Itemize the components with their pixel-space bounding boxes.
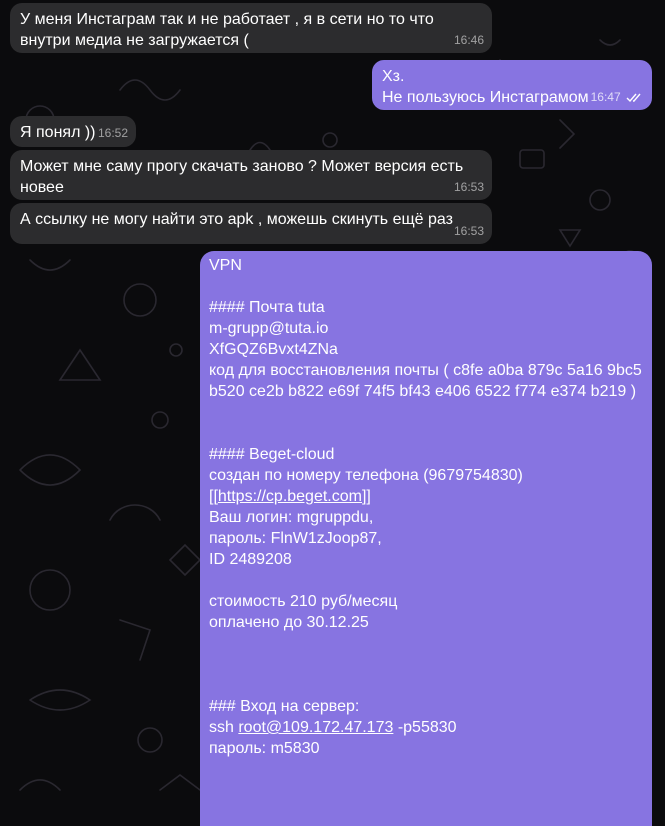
message-time: 16:53 <box>453 180 484 194</box>
message-outgoing-note[interactable]: VPN #### Почта tuta m-grupp@tuta.io XfGQ… <box>200 251 652 826</box>
message-incoming[interactable]: Может мне саму прогу скачать заново ? Мо… <box>10 150 492 200</box>
mail-password: XfGQZ6Bvxt4ZNa <box>209 341 338 358</box>
read-checkmarks-icon <box>626 93 641 102</box>
message-time-wrap: 16:47 <box>591 87 644 108</box>
cost: стоимость 210 руб/месяц <box>209 593 398 610</box>
bracket-close: ]] <box>361 488 371 505</box>
message-incoming[interactable]: А ссылку не могу найти это apk , можешь … <box>10 203 492 244</box>
message-text: У меня Инстаграм так и не работает , я в… <box>20 11 439 49</box>
message-time: 16:53 <box>453 224 484 238</box>
ssh-line: ssh root@109.172.47.173 -p55830 <box>209 717 644 738</box>
beget-login: Ваш логин: mgruppdu, <box>209 509 374 526</box>
message-outgoing[interactable]: Хз. Не пользуюсь Инстаграмом 16:47 <box>372 60 652 110</box>
mail-recovery-code: код для восстановления почты ( c8fe a0ba… <box>209 362 642 400</box>
mail-heading: #### Почта tuta <box>209 299 325 316</box>
beget-heading: #### Beget-cloud <box>209 446 335 463</box>
message-incoming[interactable]: Я понял )) 16:52 <box>10 116 136 147</box>
ssh-link[interactable]: root@109.172.47.173 <box>238 719 393 736</box>
ssh-prefix: ssh <box>209 719 239 736</box>
server-heading: ### Вход на сервер: <box>209 698 360 715</box>
message-time: 16:52 <box>97 126 128 140</box>
ssh-suffix: -p55830 <box>393 719 457 736</box>
message-text: А ссылку не могу найти это apk , можешь … <box>20 211 453 228</box>
beget-id: ID 2489208 <box>209 551 292 568</box>
paid-until: оплачено до 30.12.25 <box>209 614 369 631</box>
server-password: пароль: m5830 <box>209 740 320 757</box>
message-time: 16:46 <box>453 33 484 47</box>
beget-phone: создан по номеру телефона (9679754830) <box>209 467 523 484</box>
message-text: Может мне саму прогу скачать заново ? Мо… <box>20 158 468 196</box>
beget-password: пароль: FlnW1zJoop87, <box>209 530 382 547</box>
bracket-open: [[ <box>209 488 218 505</box>
mail-login: m-grupp@tuta.io <box>209 320 329 337</box>
message-time: 16:47 <box>590 90 621 104</box>
beget-link-line: [[https://cp.beget.com]] <box>209 486 644 507</box>
message-incoming[interactable]: У меня Инстаграм так и не работает , я в… <box>10 3 492 53</box>
note-title: VPN <box>209 257 242 274</box>
beget-link[interactable]: https://cp.beget.com <box>218 488 362 505</box>
